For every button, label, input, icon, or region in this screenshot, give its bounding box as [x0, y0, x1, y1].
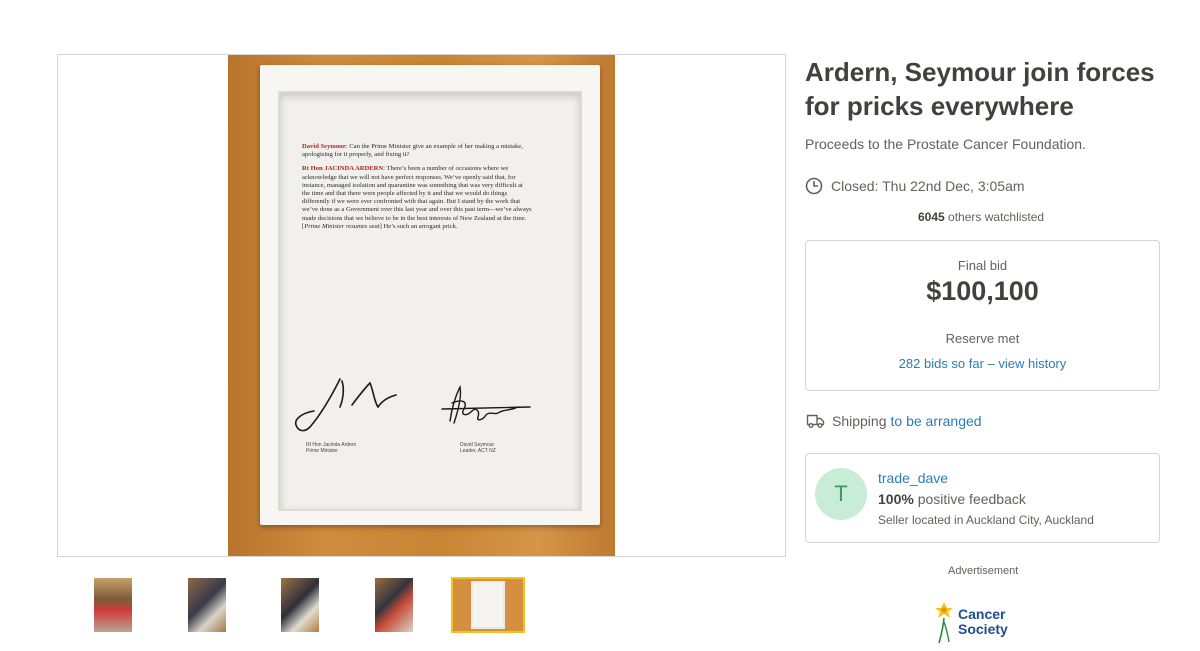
seymour-signature: [441, 384, 531, 424]
thumbnail-2[interactable]: [188, 578, 226, 632]
avatar[interactable]: T: [815, 468, 867, 520]
daffodil-icon: [935, 602, 953, 644]
truck-icon: [806, 414, 825, 428]
shipping-label: Shipping: [832, 413, 887, 429]
picture-frame: David Seymour: Can the Prime Minister gi…: [260, 65, 600, 525]
question-speaker: David Seymour: [302, 143, 346, 150]
listing-subtitle: Proceeds to the Prostate Cancer Foundati…: [805, 136, 1086, 152]
watchlist-count: 6045 others watchlisted: [918, 210, 1044, 224]
seller-name-link[interactable]: trade_dave: [878, 470, 948, 486]
watch-text: others watchlisted: [948, 210, 1045, 224]
answer-end: ] He’s such an arrogant prick.: [379, 222, 458, 230]
clock-icon: [805, 177, 823, 195]
listing-title: Ardern, Seymour join forces for pricks e…: [805, 57, 1155, 121]
ad-logo-line2: Society: [958, 621, 1008, 637]
signature-caption-seymour: David Seymour Leader, ACT NZ: [460, 442, 496, 454]
thumbnail-4[interactable]: [375, 578, 413, 632]
framed-document: David Seymour: Can the Prime Minister gi…: [278, 91, 582, 511]
thumbnail-3[interactable]: [281, 578, 319, 632]
thumbnail-strip: [57, 574, 786, 636]
thumbnail-5-selected[interactable]: [451, 577, 525, 633]
shipping-row: Shipping to be arranged: [806, 413, 982, 429]
closed-date: Closed: Thu 22nd Dec, 3:05am: [805, 177, 1025, 195]
feedback-text: positive feedback: [917, 491, 1026, 507]
answer-speaker: Rt Hon JACINDA ARDERN: [302, 165, 384, 173]
seller-feedback: 100% positive feedback: [878, 491, 1026, 507]
advertisement-label: Advertisement: [948, 565, 1019, 577]
hansard-excerpt: David Seymour: Can the Prime Minister gi…: [302, 143, 532, 237]
bid-panel: Final bid $100,100 Reserve met 282 bids …: [805, 240, 1160, 391]
bid-history-link[interactable]: 282 bids so far – view history: [806, 356, 1159, 371]
main-photo[interactable]: David Seymour: Can the Prime Minister gi…: [57, 54, 786, 557]
ardern-signature: [294, 378, 397, 432]
thumbnail-1[interactable]: [94, 578, 132, 632]
feedback-percent: 100%: [878, 491, 914, 507]
cancer-society-ad[interactable]: Cancer Society: [933, 600, 1008, 644]
closed-text: Closed: Thu 22nd Dec, 3:05am: [831, 178, 1025, 194]
ad-logo-line1: Cancer: [958, 606, 1006, 622]
sig1-role: Prime Minister: [306, 448, 338, 454]
reserve-status: Reserve met: [945, 331, 1020, 346]
final-bid-amount: $100,100: [926, 276, 1039, 306]
seller-location: Seller located in Auckland City, Aucklan…: [878, 513, 1094, 527]
shipping-link[interactable]: to be arranged: [891, 413, 982, 429]
final-bid-label: Final bid: [957, 258, 1008, 273]
watch-number: 6045: [918, 210, 945, 224]
seller-card: T trade_dave 100% positive feedback Sell…: [805, 453, 1160, 543]
sig2-role: Leader, ACT NZ: [460, 448, 496, 454]
wood-background: David Seymour: Can the Prime Minister gi…: [228, 55, 615, 556]
signature-caption-ardern: Rt Hon Jacinda Ardern Prime Minister: [306, 442, 356, 454]
thumbnail-frame: [471, 581, 505, 629]
answer-italic: Prime Minister resumes seat: [304, 222, 380, 230]
answer-text: : There’s been a number of occasions whe…: [302, 165, 532, 230]
